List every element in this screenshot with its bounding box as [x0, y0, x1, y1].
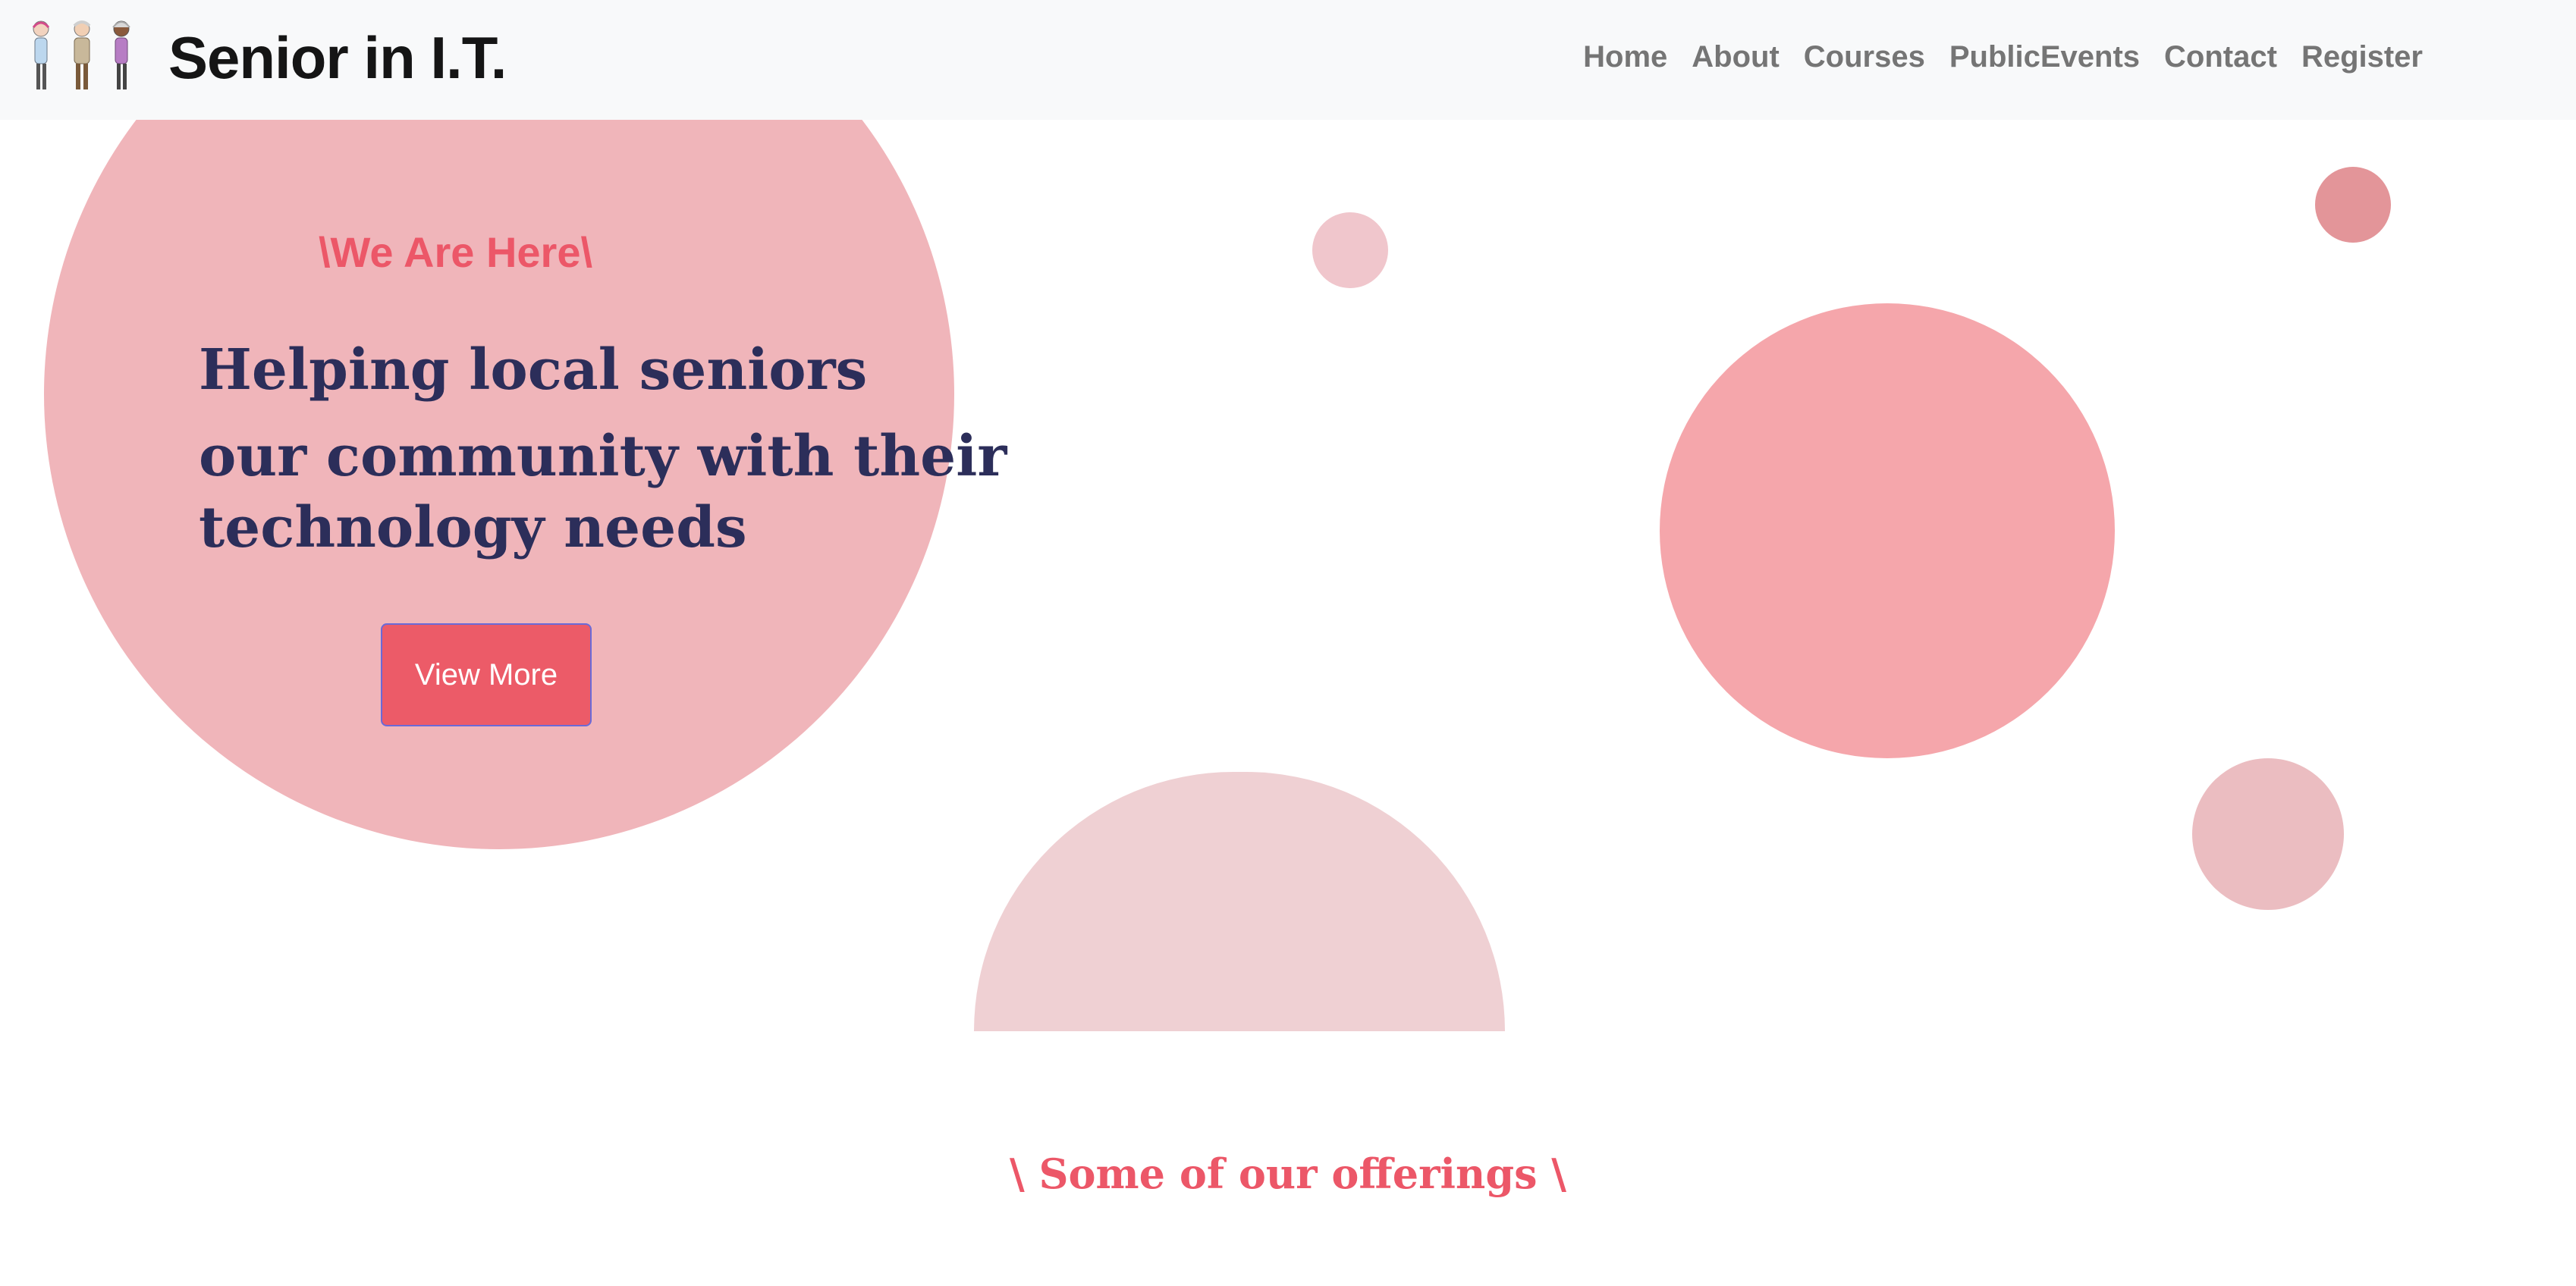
hero-headline-line-1: Helping local seniors [199, 337, 868, 403]
hero-tagline: \We Are Here\ [319, 228, 593, 276]
nav-link-register[interactable]: Register [2301, 36, 2423, 77]
three-seniors-figures-icon[interactable] [24, 18, 140, 94]
decorative-circle-small-top-right [2315, 167, 2391, 243]
nav-link-public-events[interactable]: PublicEvents [1949, 36, 2140, 77]
nav-link-courses[interactable]: Courses [1804, 36, 1925, 77]
hero-headline: Helping local seniors our community with… [199, 332, 1007, 566]
brand-title[interactable]: Senior in I.T. [168, 21, 507, 94]
view-more-button[interactable]: View More [381, 623, 592, 726]
nav-link-contact[interactable]: Contact [2164, 36, 2277, 77]
navbar: Senior in I.T. Home About Courses Public… [0, 0, 2576, 120]
hero-headline-line-2: our community with their [199, 424, 1007, 489]
offerings-section-title: \ Some of our offerings \ [1009, 1150, 1566, 1198]
decorative-circle-small-top [1312, 212, 1388, 288]
nav-link-about[interactable]: About [1692, 36, 1780, 77]
nav-link-home[interactable]: Home [1583, 36, 1667, 77]
hero-headline-line-3: technology needs [199, 495, 747, 560]
decorative-half-circle [974, 772, 1505, 1031]
main-nav: Home About Courses PublicEvents Contact … [1583, 36, 2423, 77]
decorative-circle-medium-right [2192, 758, 2344, 910]
decorative-circle-large-right [1660, 303, 2115, 758]
